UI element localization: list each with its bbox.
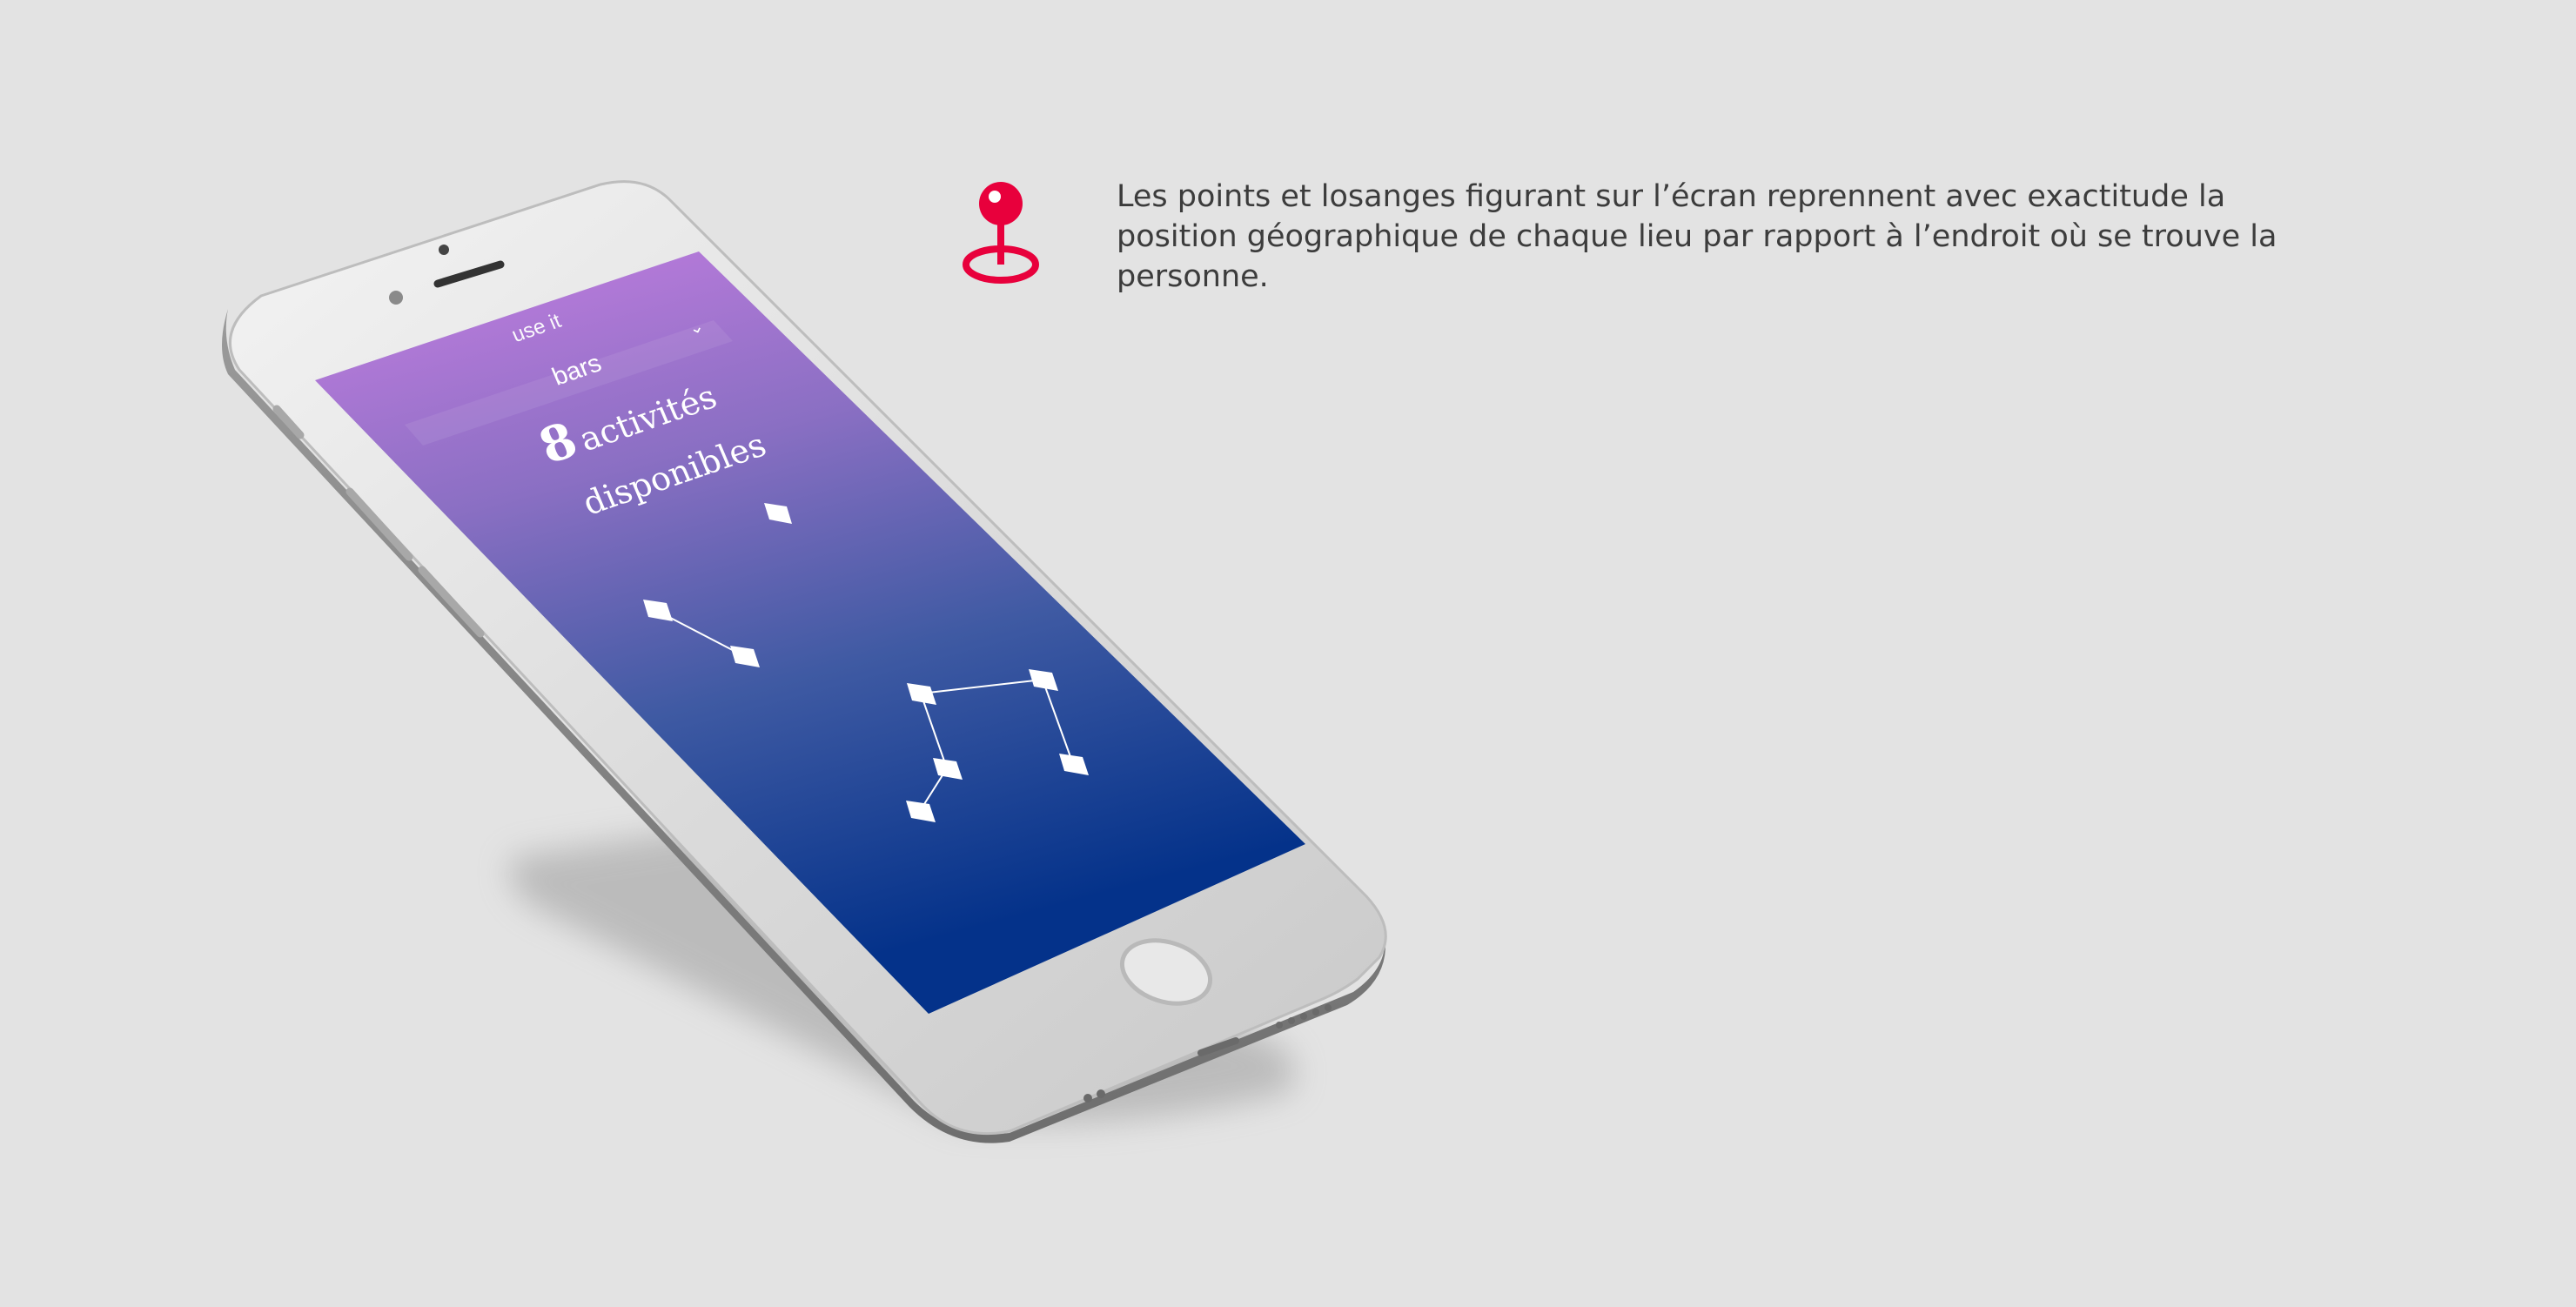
map-pin-icon (963, 182, 1039, 284)
annotation-text: Les points et losanges figurant sur l’éc… (1117, 179, 2277, 294)
stage: use it ⌄ bars 8activités disponibles Les… (0, 0, 2576, 1307)
proximity-sensor (389, 291, 403, 305)
front-camera (439, 245, 449, 255)
